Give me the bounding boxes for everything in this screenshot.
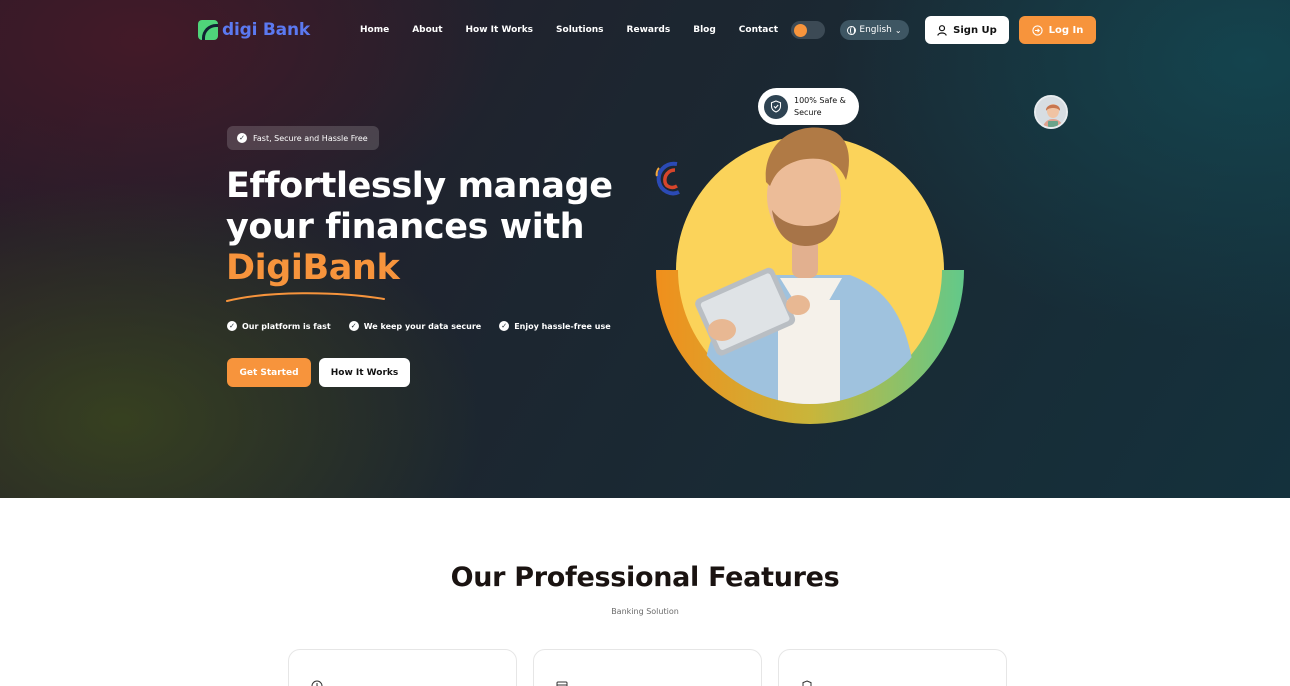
globe-icon — [847, 25, 857, 35]
avatar — [1034, 95, 1068, 129]
shield-check-icon — [764, 94, 788, 119]
bullet-text: We keep your data secure — [363, 321, 482, 331]
bullet-item: ✓ Enjoy hassle-free use — [499, 321, 611, 331]
nav-item-about[interactable]: About — [412, 25, 442, 35]
bullet-item: ✓ We keep your data secure — [348, 321, 482, 331]
check-icon: ✓ — [499, 321, 510, 331]
hero-illustration — [656, 127, 964, 424]
log-in-label: Log In — [1048, 24, 1084, 36]
nav-item-how-it-works[interactable]: How It Works — [466, 25, 534, 35]
card-icon — [556, 681, 568, 686]
hero-headline: Effortlessly manage your finances with D… — [226, 166, 613, 289]
toggle-knob — [794, 24, 807, 37]
clock-icon — [311, 680, 323, 686]
section-title: Our Professional Features — [450, 562, 840, 593]
safe-secure-badge: 100% Safe & Secure — [758, 88, 859, 125]
user-icon — [937, 24, 947, 36]
nav-item-solutions[interactable]: Solutions — [556, 25, 604, 35]
logo-mark-icon — [198, 20, 218, 40]
nav-item-rewards[interactable]: Rewards — [627, 25, 671, 35]
how-it-works-button[interactable]: How It Works — [319, 358, 410, 387]
log-in-button[interactable]: Log In — [1019, 16, 1096, 44]
sign-up-label: Sign Up — [953, 24, 997, 36]
nav-item-blog[interactable]: Blog — [693, 25, 716, 35]
check-icon: ✓ — [237, 133, 247, 143]
bullet-text: Our platform is fast — [242, 321, 331, 331]
feature-card[interactable] — [288, 649, 517, 686]
nav-item-contact[interactable]: Contact — [739, 25, 778, 35]
theme-toggle[interactable] — [791, 21, 825, 39]
hero-badge-text: Fast, Secure and Hassle Free — [253, 133, 368, 143]
floating-logo-icon — [655, 161, 680, 196]
check-icon: ✓ — [227, 321, 237, 331]
brand-name: digi Bank — [222, 20, 310, 40]
headline-accent: DigiBank — [226, 248, 400, 288]
main-nav: Home About How It Works Solutions Reward… — [360, 25, 801, 35]
chevron-down-icon: ⌄ — [894, 25, 902, 35]
bullet-text: Enjoy hassle-free use — [514, 321, 611, 331]
bullet-item: ✓ Our platform is fast — [227, 321, 331, 331]
hero-badge: ✓ Fast, Secure and Hassle Free — [227, 126, 379, 150]
language-label: English — [859, 25, 892, 35]
login-icon — [1031, 24, 1043, 36]
check-icon: ✓ — [348, 321, 359, 331]
hero-bullets: ✓ Our platform is fast ✓ We keep your da… — [227, 321, 611, 331]
section-subtitle: Banking Solution — [611, 607, 679, 616]
brand-logo[interactable]: digi Bank — [198, 20, 310, 40]
sign-up-button[interactable]: Sign Up — [925, 16, 1009, 44]
headline-line-1: Effortlessly manage — [226, 166, 613, 206]
get-started-button[interactable]: Get Started — [227, 358, 311, 387]
feature-card[interactable] — [778, 649, 1007, 686]
shield-icon — [802, 680, 812, 686]
headline-line-2: your finances with — [226, 207, 585, 247]
hero-section: digi Bank Home About How It Works Soluti… — [0, 0, 1290, 498]
safe-secure-text: 100% Safe & Secure — [794, 95, 846, 117]
nav-item-home[interactable]: Home — [360, 25, 389, 35]
feature-card[interactable] — [533, 649, 762, 686]
language-selector[interactable]: English ⌄ — [840, 20, 909, 40]
headline-underline — [226, 292, 385, 302]
